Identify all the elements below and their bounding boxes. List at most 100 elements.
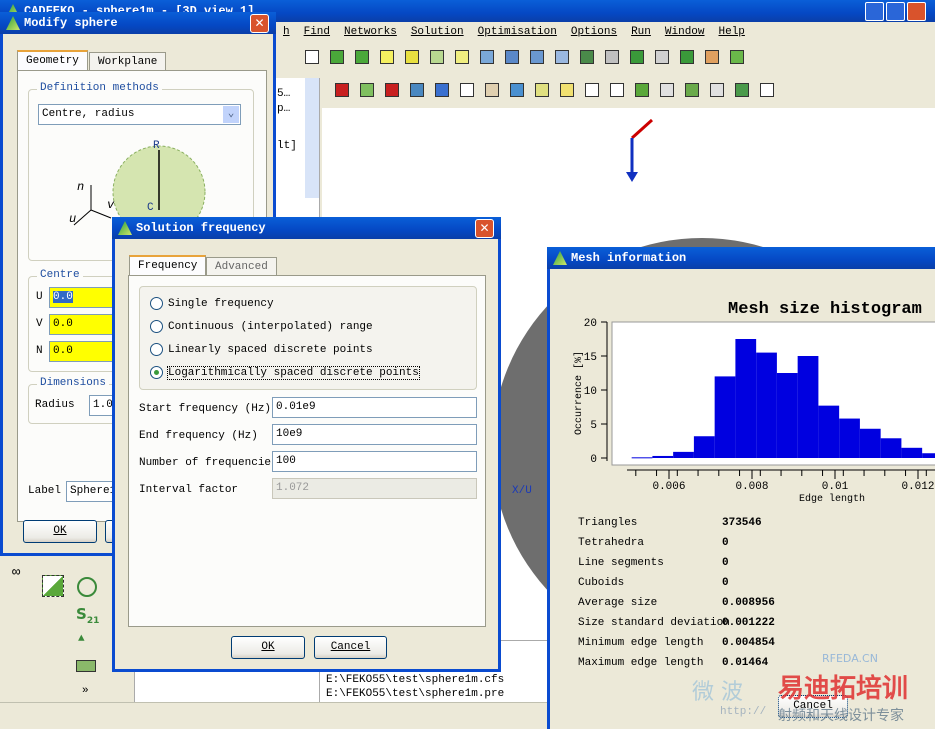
power-button[interactable] <box>675 45 697 67</box>
axes-button[interactable] <box>580 78 602 100</box>
cancel-button[interactable]: Cancel <box>314 636 387 659</box>
close-button[interactable]: ✕ <box>475 219 494 238</box>
cuboid-blue3-button[interactable] <box>525 45 547 67</box>
view-button[interactable] <box>530 78 552 100</box>
menu-item[interactable]: Networks <box>344 26 397 38</box>
tree-scrollbar[interactable] <box>305 78 319 198</box>
zoom-button[interactable] <box>705 78 727 100</box>
cuboid-mesh-button[interactable] <box>550 45 572 67</box>
frequency-input[interactable]: 0.01e9 <box>272 397 477 418</box>
select-face-button[interactable] <box>350 45 372 67</box>
cut-button[interactable] <box>630 78 652 100</box>
output-line: E:\FEKO55\test\sphere1m.cfs <box>326 674 505 686</box>
rotate-gray-button[interactable] <box>600 45 622 67</box>
menu-item[interactable]: Options <box>571 26 617 38</box>
select-button[interactable] <box>300 45 322 67</box>
antenna-icon[interactable]: ▲ <box>78 633 85 645</box>
radio-option[interactable]: Single frequency <box>150 297 274 310</box>
s21-icon[interactable]: S21 <box>76 605 99 626</box>
ok-button[interactable]: OK <box>231 636 305 659</box>
menu-item[interactable]: Optimisation <box>478 26 557 38</box>
grid-button[interactable] <box>555 78 577 100</box>
radio-button-icon[interactable] <box>150 320 163 333</box>
coil-icon[interactable]: ∞ <box>12 565 20 581</box>
select-point-button[interactable] <box>325 45 347 67</box>
red-cube-button[interactable] <box>330 78 352 100</box>
radio-button-icon[interactable] <box>150 297 163 310</box>
menu-item[interactable]: Window <box>665 26 705 38</box>
stat-value: 373546 <box>722 517 762 529</box>
stat-row: Tetrahedra 0 <box>578 537 729 549</box>
lock-z-button[interactable] <box>655 78 677 100</box>
cuboid-yellow-icon <box>380 50 394 64</box>
ok-button[interactable]: OK <box>23 520 97 543</box>
workplane-button[interactable] <box>605 78 627 100</box>
cuboid-blue2-icon <box>505 50 519 64</box>
maximize-button[interactable] <box>886 2 905 21</box>
close-button[interactable]: ✕ <box>250 14 269 33</box>
probe-button[interactable] <box>505 78 527 100</box>
text-a-button[interactable] <box>455 78 477 100</box>
toolbar-second <box>330 78 777 100</box>
graph-button[interactable] <box>480 78 502 100</box>
radio-option[interactable]: Continuous (interpolated) range <box>150 320 373 333</box>
cuboid-green-button[interactable] <box>425 45 447 67</box>
cuboid-blue-button[interactable] <box>475 45 497 67</box>
chevron-down-icon[interactable]: ⌄ <box>223 106 239 123</box>
radio-button-icon[interactable] <box>150 366 163 379</box>
menu-item[interactable]: Solution <box>411 26 464 38</box>
cuboid-green-icon <box>430 50 444 64</box>
rotate-icon <box>580 50 594 64</box>
plate-icon[interactable] <box>76 660 96 672</box>
scale-icon[interactable] <box>42 575 64 597</box>
definition-method-select[interactable]: Centre, radius ⌄ <box>38 104 241 125</box>
rotate-gray-icon <box>605 50 619 64</box>
menu-item[interactable]: Find <box>304 26 330 38</box>
frequency-input: 1.072 <box>272 478 477 499</box>
expand-more-icon[interactable]: » <box>82 685 89 697</box>
efield-button[interactable] <box>625 45 647 67</box>
tab-workplane[interactable]: Workplane <box>89 52 167 72</box>
tab-frequency[interactable]: Frequency <box>129 255 207 275</box>
cuboid-yellow2-button[interactable] <box>400 45 422 67</box>
menu-item[interactable]: Run <box>631 26 651 38</box>
mesh-cube-button[interactable] <box>405 78 427 100</box>
cuboid-wire-button[interactable] <box>450 45 472 67</box>
close-button[interactable] <box>907 2 926 21</box>
tree-item[interactable]: 5… <box>277 88 290 100</box>
x-axis-label: Edge length <box>799 493 865 505</box>
pattern-icon[interactable] <box>77 577 97 597</box>
histogram-bar <box>714 376 736 458</box>
red-cube2-button[interactable] <box>380 78 402 100</box>
abacus-button[interactable] <box>700 45 722 67</box>
graph-icon <box>485 83 499 97</box>
tab-geometry[interactable]: Geometry <box>17 50 88 70</box>
tree-item[interactable]: lt] <box>277 140 297 152</box>
menu-item[interactable]: h <box>283 26 290 38</box>
histogram-bar <box>776 373 798 458</box>
tab-advanced[interactable]: Advanced <box>206 257 277 277</box>
axis-r-button[interactable] <box>755 78 777 100</box>
dialog-title: Modify sphere <box>24 16 118 30</box>
plane-wave-button[interactable] <box>650 45 672 67</box>
cuboid-yellow-button[interactable] <box>375 45 397 67</box>
minimize-button[interactable] <box>865 2 884 21</box>
menu-item[interactable]: Help <box>719 26 745 38</box>
frequency-input[interactable]: 100 <box>272 451 477 472</box>
zoom-fit-button[interactable] <box>680 78 702 100</box>
arrow-plane-icon <box>435 83 449 97</box>
radio-option[interactable]: Linearly spaced discrete points <box>150 343 373 356</box>
frequency-input[interactable]: 10e9 <box>272 424 477 445</box>
plane-wave-icon <box>655 50 669 64</box>
tree-item[interactable]: p… <box>277 103 290 115</box>
rotate-button[interactable] <box>575 45 597 67</box>
cuboid-blue2-button[interactable] <box>500 45 522 67</box>
arrow-plane-button[interactable] <box>430 78 452 100</box>
radio-option[interactable]: Logarithmically spaced discrete points <box>150 365 420 380</box>
green-cube-button[interactable] <box>355 78 377 100</box>
radio-button-icon[interactable] <box>150 343 163 356</box>
target-button[interactable] <box>725 45 747 67</box>
histogram-bar <box>797 356 819 458</box>
sphere-arrow-button[interactable] <box>730 78 752 100</box>
cancel-button[interactable]: Cancel <box>778 695 848 718</box>
